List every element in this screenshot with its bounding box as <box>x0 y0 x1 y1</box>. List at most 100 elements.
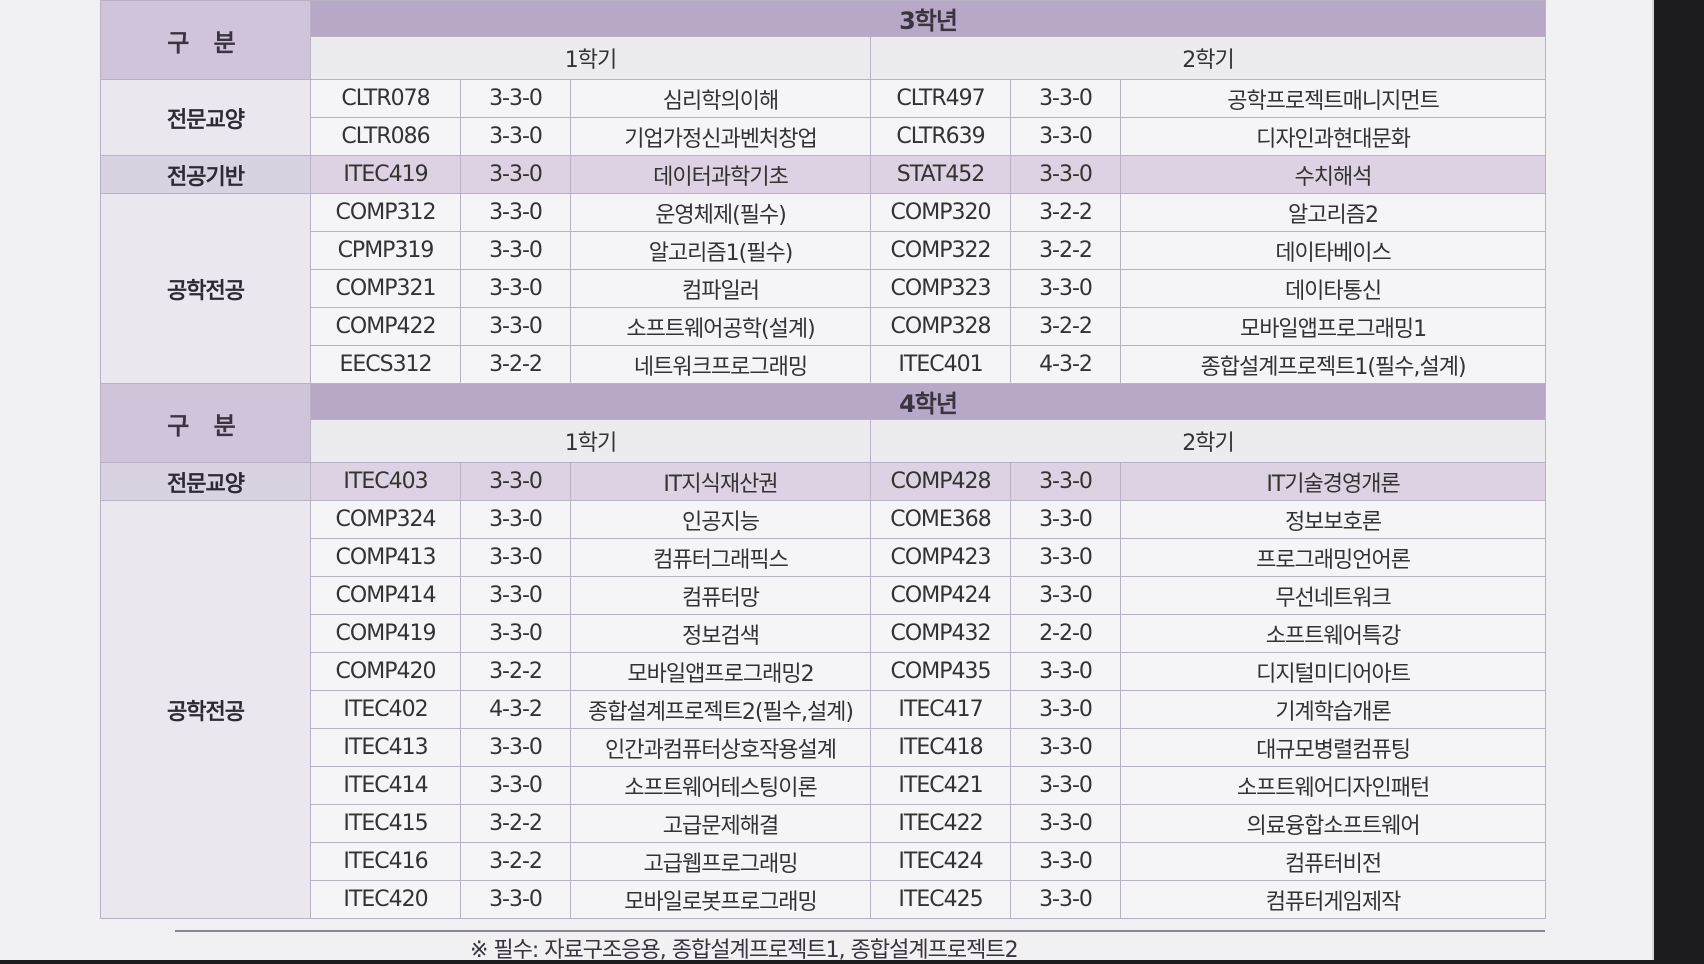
credit-units-sem2: 3-3-0 <box>1010 155 1121 194</box>
course-code-sem1: EECS312 <box>310 345 461 384</box>
course-code-sem1: COMP414 <box>310 576 461 615</box>
credit-units-sem1: 3-2-2 <box>460 345 571 384</box>
course-row: ITEC415 3-2-2 고급문제해결 ITEC422 3-3-0 의료융합소프트웨어 <box>101 804 1547 843</box>
course-name-sem2: 종합설계프로젝트1(필수,설계) <box>1119 345 1547 384</box>
course-name-sem1: 소프트웨어공학(설계) <box>570 307 871 346</box>
course-code-sem1: CPMP319 <box>310 231 461 270</box>
course-name-sem2: 의료융합소프트웨어 <box>1119 804 1547 843</box>
credit-units-sem1: 3-3-0 <box>460 307 571 346</box>
category-label: 전문교양 <box>100 462 311 501</box>
paper-sheet: 구 분 3학년 1학기 2학기 전문교양 CLTR078 3-3-0 심리학의이해 CLTR49… <box>0 0 1654 963</box>
course-name-sem2: 공학프로젝트매니지먼트 <box>1119 79 1547 118</box>
course-name-sem2: 기계학습개론 <box>1119 690 1547 729</box>
credit-units-sem1: 3-3-0 <box>460 500 571 539</box>
course-code-sem2: ITEC422 <box>870 804 1011 843</box>
year3-title: 3학년 <box>309 0 1547 37</box>
curriculum-table: 구 분 3학년 1학기 2학기 전문교양 CLTR078 3-3-0 심리학의이해 CLTR49… <box>100 0 1547 919</box>
course-name-sem1: 운영체제(필수) <box>570 193 871 232</box>
credit-units-sem1: 3-3-0 <box>460 766 571 805</box>
course-code-sem2: ITEC417 <box>870 690 1011 729</box>
credit-units-sem2: 3-3-0 <box>1010 576 1121 615</box>
course-name-sem1: 컴파일러 <box>570 269 871 308</box>
course-code-sem1: COMP420 <box>310 652 461 691</box>
course-name-sem2: 데이타베이스 <box>1119 231 1547 270</box>
course-name-sem1: IT지식재산권 <box>570 462 871 501</box>
course-name-sem1: 인간과컴퓨터상호작용설계 <box>570 728 871 767</box>
course-code-sem2: ITEC401 <box>870 345 1011 384</box>
credit-units-sem1: 4-3-2 <box>460 690 571 729</box>
course-code-sem1: COMP324 <box>310 500 461 539</box>
course-name-sem1: 정보검색 <box>570 614 871 653</box>
course-name-sem1: 컴퓨터망 <box>570 576 871 615</box>
category-label: 전공기반 <box>100 155 311 194</box>
course-code-sem1: ITEC414 <box>310 766 461 805</box>
credit-units-sem2: 3-3-0 <box>1010 538 1121 577</box>
gubun-label: 구 분 <box>100 383 311 463</box>
year4-title: 4학년 <box>309 383 1547 420</box>
course-code-sem1: COMP321 <box>310 269 461 308</box>
course-code-sem1: CLTR078 <box>310 79 461 118</box>
course-code-sem1: ITEC402 <box>310 690 461 729</box>
course-row: EECS312 3-2-2 네트워크프로그래밍 ITEC401 4-3-2 종합설계프로젝… <box>101 345 1547 384</box>
credit-units-sem1: 3-3-0 <box>460 728 571 767</box>
course-name-sem1: 고급웹프로그래밍 <box>570 842 871 881</box>
course-code-sem2: ITEC425 <box>870 880 1011 919</box>
course-name-sem2: 모바일앱프로그래밍1 <box>1119 307 1547 346</box>
course-row: CPMP319 3-3-0 알고리즘1(필수) COMP322 3-2-2 데이타베이스 <box>101 231 1547 270</box>
course-row: COMP420 3-2-2 모바일앱프로그래밍2 COMP435 3-3-0 디지털미디어… <box>101 652 1547 691</box>
course-code-sem2: ITEC421 <box>870 766 1011 805</box>
course-code-sem1: CLTR086 <box>310 117 461 156</box>
credit-units-sem1: 3-3-0 <box>460 231 571 270</box>
category-label: 전문교양 <box>100 79 311 156</box>
credit-units-sem1: 3-3-0 <box>460 193 571 232</box>
course-code-sem1: COMP312 <box>310 193 461 232</box>
credit-units-sem1: 3-3-0 <box>460 269 571 308</box>
curriculum-body: 구 분 3학년 1학기 2학기 전문교양 CLTR078 3-3-0 심리학의이해 CLTR49… <box>100 0 1547 919</box>
course-name-sem2: 컴퓨터비전 <box>1119 842 1547 881</box>
course-name-sem1: 모바일로봇프로그래밍 <box>570 880 871 919</box>
course-name-sem2: 대규모병렬컴퓨팅 <box>1119 728 1547 767</box>
course-code-sem2: COMP435 <box>870 652 1011 691</box>
credit-units-sem1: 3-3-0 <box>460 880 571 919</box>
course-row: COMP413 3-3-0 컴퓨터그래픽스 COMP423 3-3-0 프로그래밍언어론 <box>101 538 1547 577</box>
credit-units-sem2: 3-3-0 <box>1010 880 1121 919</box>
credit-units-sem2: 3-3-0 <box>1010 117 1121 156</box>
category-label: 공학전공 <box>100 193 311 384</box>
course-name-sem2: 무선네트워크 <box>1119 576 1547 615</box>
course-code-sem1: COMP413 <box>310 538 461 577</box>
course-row: 공학전공 COMP312 3-3-0 운영체제(필수) COMP320 3-2-2 알고리즘… <box>100 193 1547 384</box>
course-name-sem1: 소프트웨어테스팅이론 <box>570 766 871 805</box>
course-name-sem1: 네트워크프로그래밍 <box>570 345 871 384</box>
semester-1-label: 1학기 <box>310 419 871 463</box>
credit-units-sem2: 3-3-0 <box>1010 690 1121 729</box>
course-name-sem1: 기업가정신과벤처창업 <box>570 117 871 156</box>
course-code-sem2: COMP322 <box>870 231 1011 270</box>
credit-units-sem1: 3-2-2 <box>460 842 571 881</box>
course-code-sem1: ITEC415 <box>310 804 461 843</box>
credit-units-sem1: 3-3-0 <box>460 614 571 653</box>
semester-2-label: 2학기 <box>869 36 1547 80</box>
course-name-sem1: 인공지능 <box>570 500 871 539</box>
course-name-sem2: 프로그래밍언어론 <box>1119 538 1547 577</box>
course-code-sem2: CLTR639 <box>870 117 1011 156</box>
credit-units-sem2: 3-2-2 <box>1010 307 1121 346</box>
course-row: ITEC416 3-2-2 고급웹프로그래밍 ITEC424 3-3-0 컴퓨터비전 <box>101 842 1547 881</box>
credit-units-sem2: 3-3-0 <box>1010 462 1121 501</box>
credit-units-sem1: 3-3-0 <box>460 155 571 194</box>
semester-1-label: 1학기 <box>310 36 871 80</box>
course-row: ITEC420 3-3-0 모바일로봇프로그래밍 ITEC425 3-3-0 컴퓨터게임제… <box>101 880 1547 919</box>
course-row: CLTR086 3-3-0 기업가정신과벤처창업 CLTR639 3-3-0 디자인과현대… <box>101 117 1547 156</box>
course-name-sem1: 종합설계프로젝트2(필수,설계) <box>570 690 871 729</box>
credit-units-sem1: 3-3-0 <box>460 117 571 156</box>
credit-units-sem2: 3-3-0 <box>1010 766 1121 805</box>
credit-units-sem2: 3-3-0 <box>1010 269 1121 308</box>
credit-units-sem2: 3-3-0 <box>1010 500 1121 539</box>
course-name-sem2: 디자인과현대문화 <box>1119 117 1547 156</box>
semester-2-label: 2학기 <box>869 419 1547 463</box>
course-row: COMP422 3-3-0 소프트웨어공학(설계) COMP328 3-2-2 모바일앱프… <box>101 307 1547 346</box>
course-code-sem2: ITEC424 <box>870 842 1011 881</box>
course-row: ITEC414 3-3-0 소프트웨어테스팅이론 ITEC421 3-3-0 소프트웨어디… <box>101 766 1547 805</box>
course-name-sem2: 수치해석 <box>1119 155 1547 194</box>
credit-units-sem2: 3-3-0 <box>1010 728 1121 767</box>
credit-units-sem2: 3-3-0 <box>1010 79 1121 118</box>
